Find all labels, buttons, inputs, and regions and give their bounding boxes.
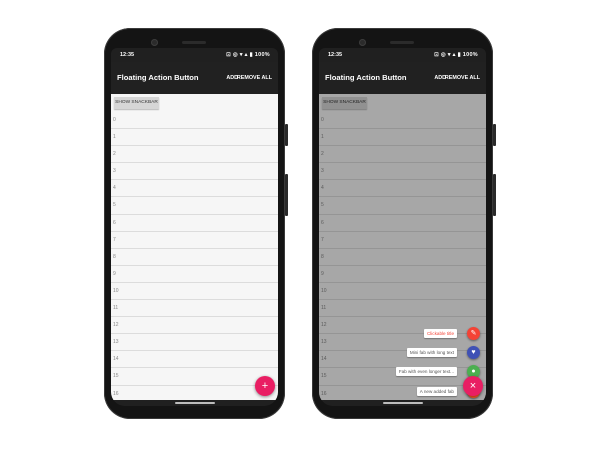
power-button	[493, 124, 496, 146]
camera-icon	[359, 39, 366, 46]
list-item[interactable]: 11	[111, 300, 278, 318]
list-item[interactable]: 15	[111, 368, 278, 386]
list-item[interactable]: 13	[111, 334, 278, 352]
nav-bar	[111, 400, 278, 406]
list-item[interactable]: 7	[111, 232, 278, 249]
list-item[interactable]: 3	[111, 163, 278, 181]
speaker-grille	[182, 41, 206, 44]
list-item[interactable]: 16	[111, 386, 278, 401]
app-title: Floating Action Button	[117, 73, 199, 82]
list-item[interactable]: 4	[111, 180, 278, 198]
remove-all-button[interactable]: REMOVE ALL	[445, 62, 480, 94]
list-content: SHOW SNACKBAR 01234567891011121314151617	[319, 94, 486, 400]
camera-icon	[151, 39, 158, 46]
speaker-grille	[390, 41, 414, 44]
speed-dial-label-fab-longer[interactable]: Fab with even longer text...	[395, 367, 457, 376]
list-item[interactable]: 2	[111, 146, 278, 164]
app-bar: Floating Action Button ADD REMOVE ALL	[111, 62, 278, 94]
speed-dial-label-mini-fab[interactable]: Mini fab with long text	[406, 348, 457, 357]
phone-right: 12:35 ⊡ ◎ ▾ ▴ ▮ 100% Floating Action But…	[312, 28, 496, 419]
show-snackbar-button[interactable]: SHOW SNACKBAR	[114, 97, 159, 109]
speed-dial-label-new-fab[interactable]: A new added fab	[416, 387, 457, 396]
volume-button	[493, 174, 496, 216]
screen: 12:35 ⊡ ◎ ▾ ▴ ▮ 100% Floating Action But…	[319, 48, 486, 406]
app-title: Floating Action Button	[325, 73, 407, 82]
fab-close-button[interactable]: ×	[463, 376, 483, 396]
home-indicator[interactable]	[175, 402, 215, 404]
status-bar: 12:35 ⊡ ◎ ▾ ▴ ▮ 100%	[319, 48, 486, 62]
list-item[interactable]: 5	[111, 197, 278, 215]
status-time: 12:35	[120, 52, 135, 58]
item-list: 01234567891011121314151617	[111, 112, 278, 400]
nav-bar	[319, 400, 486, 406]
list-item[interactable]: 0	[111, 112, 278, 130]
list-content: SHOW SNACKBAR 01234567891011121314151617	[111, 94, 278, 400]
screen: 12:35 ⊡ ◎ ▾ ▴ ▮ 100% Floating Action But…	[111, 48, 278, 406]
status-icons: ⊡ ◎ ▾ ▴ ▮ 100%	[226, 52, 270, 58]
pencil-icon[interactable]: ✎	[467, 327, 480, 340]
speed-dial-label-clickable-title[interactable]: Clickable title	[423, 329, 457, 338]
home-indicator[interactable]	[383, 402, 423, 404]
power-button	[285, 124, 288, 146]
list-item[interactable]: 8	[111, 249, 278, 266]
status-time: 12:35	[328, 52, 343, 58]
status-bar: 12:35 ⊡ ◎ ▾ ▴ ▮ 100%	[111, 48, 278, 62]
list-item[interactable]: 12	[111, 317, 278, 335]
list-item[interactable]: 9	[111, 266, 278, 283]
fab-add-button[interactable]: +	[255, 376, 275, 396]
list-item[interactable]: 14	[111, 351, 278, 369]
status-icons: ⊡ ◎ ▾ ▴ ▮ 100%	[434, 52, 478, 58]
heart-icon[interactable]: ♥	[467, 346, 480, 359]
volume-button	[285, 174, 288, 216]
list-item[interactable]: 6	[111, 215, 278, 232]
list-item[interactable]: 10	[111, 283, 278, 301]
list-item[interactable]: 1	[111, 129, 278, 147]
remove-all-button[interactable]: REMOVE ALL	[237, 62, 272, 94]
app-bar: Floating Action Button ADD REMOVE ALL	[319, 62, 486, 94]
speed-dial-overlay[interactable]	[319, 94, 486, 400]
phone-left: 12:35 ⊡ ◎ ▾ ▴ ▮ 100% Floating Action But…	[104, 28, 288, 419]
